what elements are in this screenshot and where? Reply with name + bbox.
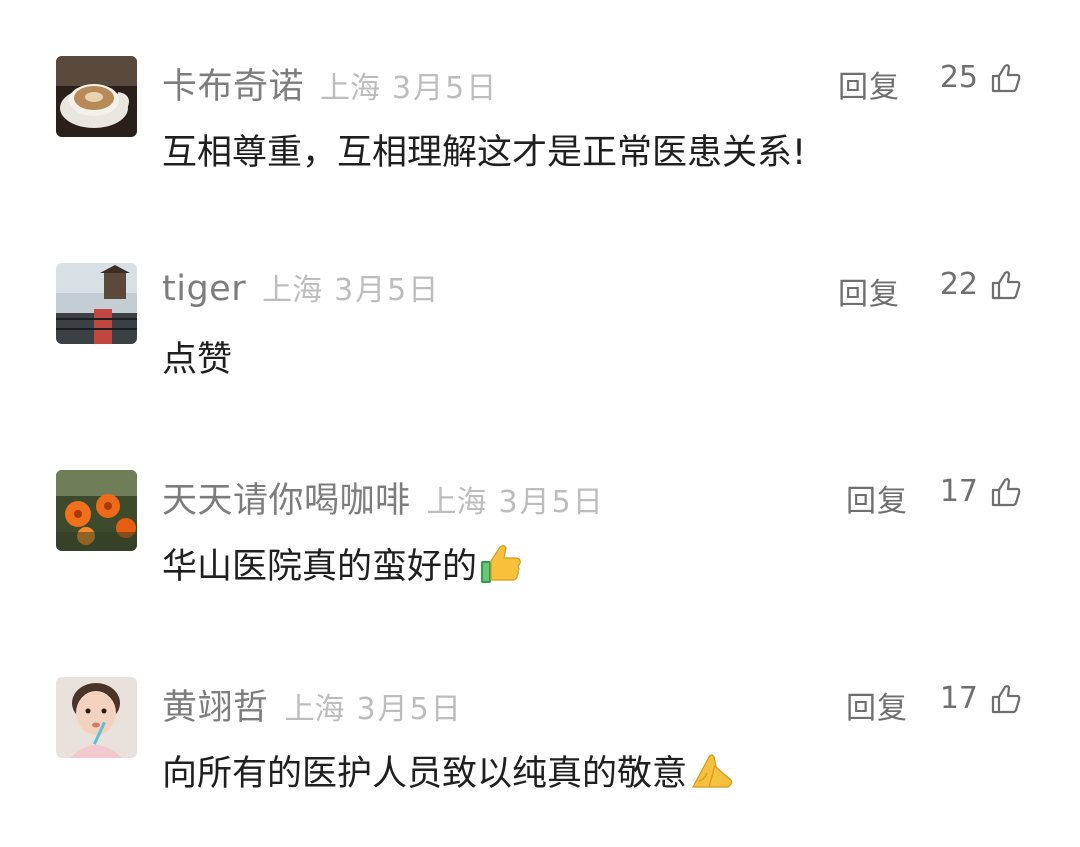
reply-button[interactable]: 回复	[838, 269, 900, 313]
location-label: 上海	[426, 485, 487, 520]
avatar[interactable]	[56, 263, 137, 344]
comment-item: tiger 上海 3月5日 回复 22 点赞	[0, 263, 1080, 433]
location-label: 上海	[284, 692, 345, 727]
thumbs-up-icon	[990, 476, 1022, 508]
username[interactable]: 卡布奇诺	[162, 58, 304, 109]
comment-item: 黄翊哲 上海 3月5日 回复 17 向所有的医护人员致以纯真的敬意	[0, 677, 1080, 847]
avatar[interactable]	[56, 677, 137, 758]
comment-item: 卡布奇诺 上海 3月5日 回复 25 互相尊重，互相理解这才是正常医患关系!	[0, 56, 1080, 226]
comment-meta: tiger 上海 3月5日	[162, 265, 440, 315]
like-count: 25	[939, 60, 978, 95]
thumbs-up-icon	[990, 269, 1022, 301]
like-button[interactable]: 17	[940, 474, 1022, 509]
like-count: 22	[939, 267, 978, 302]
comment-body: 华山医院真的蛮好的	[162, 547, 478, 587]
reply-button[interactable]: 回复	[838, 62, 900, 106]
comment-meta: 卡布奇诺 上海 3月5日	[162, 58, 498, 108]
reply-button[interactable]: 回复	[846, 476, 908, 520]
comment-meta: 黄翊哲 上海 3月5日	[162, 679, 463, 729]
comment-text: 华山医院真的蛮好的	[162, 538, 523, 589]
like-count: 17	[939, 474, 978, 509]
thumbs-up-emoji-icon	[479, 543, 523, 585]
comment-body: 点赞	[162, 340, 233, 380]
location-label: 上海	[320, 71, 381, 106]
location-label: 上海	[262, 273, 323, 308]
comment-meta: 天天请你喝咖啡 上海 3月5日	[162, 472, 605, 522]
like-count: 17	[939, 681, 978, 716]
thumbs-up-icon	[990, 62, 1022, 94]
username[interactable]: 天天请你喝咖啡	[162, 472, 411, 523]
like-button[interactable]: 25	[940, 60, 1022, 95]
avatar[interactable]	[56, 56, 137, 137]
folded-hands-emoji-icon	[689, 751, 737, 791]
date-label: 3月5日	[392, 71, 499, 106]
reply-button[interactable]: 回复	[846, 683, 908, 727]
date-label: 3月5日	[334, 273, 441, 308]
comment-text: 互相尊重，互相理解这才是正常医患关系!	[162, 124, 806, 175]
comment-text: 向所有的医护人员致以纯真的敬意	[162, 745, 737, 796]
comment-body: 互相尊重，互相理解这才是正常医患关系!	[162, 133, 807, 173]
username[interactable]: tiger	[162, 269, 246, 309]
date-label: 3月5日	[498, 485, 605, 520]
comment-body: 向所有的医护人员致以纯真的敬意	[162, 754, 688, 794]
thumbs-up-icon	[990, 683, 1022, 715]
like-button[interactable]: 17	[940, 681, 1022, 716]
date-label: 3月5日	[356, 692, 463, 727]
comment-text: 点赞	[162, 331, 232, 382]
comment-item: 天天请你喝咖啡 上海 3月5日 回复 17 华山医院真的蛮好的	[0, 470, 1080, 640]
like-button[interactable]: 22	[940, 267, 1022, 302]
username[interactable]: 黄翊哲	[162, 679, 269, 730]
avatar[interactable]	[56, 470, 137, 551]
